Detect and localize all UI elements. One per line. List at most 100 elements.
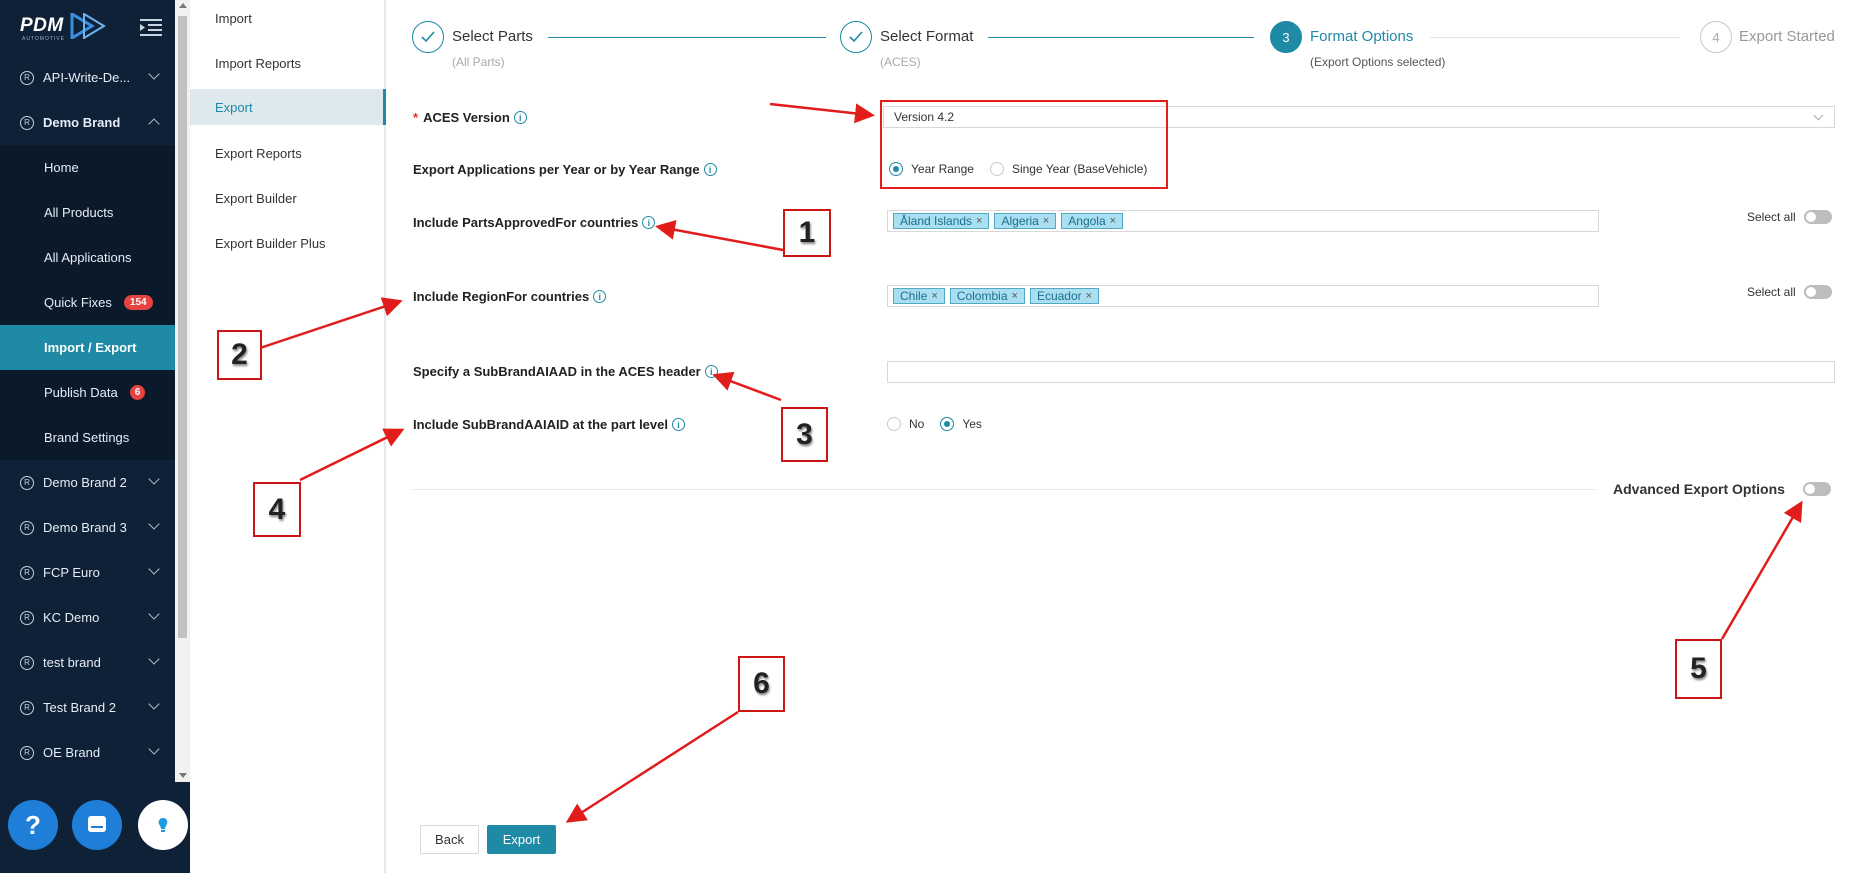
- scrollbar-thumb[interactable]: [178, 16, 187, 638]
- sidebar-subitem-brand-settings[interactable]: Brand Settings: [0, 415, 175, 460]
- tag-label: Algeria: [1001, 214, 1039, 228]
- required-marker: *: [413, 110, 419, 125]
- sidebar-subitem-home[interactable]: Home: [0, 145, 175, 190]
- subnav-item-import-reports[interactable]: Import Reports: [190, 45, 384, 81]
- remove-tag-icon[interactable]: ×: [976, 215, 982, 227]
- logo-subtext: AUTOMOTIVE: [22, 36, 65, 42]
- step-connector: [548, 37, 826, 38]
- registered-icon: R: [20, 565, 34, 580]
- sidebar-item-label: KC Demo: [43, 610, 100, 625]
- select-all-label: Select all: [1747, 210, 1796, 224]
- help-button[interactable]: ?: [8, 800, 58, 850]
- step-1-title: Select Parts: [452, 28, 533, 45]
- info-icon[interactable]: i: [593, 290, 607, 303]
- sidebar-item-demo-brand[interactable]: R Demo Brand: [0, 100, 175, 145]
- annotation-callout-5: 5: [1675, 639, 1722, 699]
- subnav-item-export-reports[interactable]: Export Reports: [190, 135, 384, 171]
- subnav-item-label: Export Builder Plus: [215, 235, 326, 251]
- label-text: Specify a SubBrandAIAAD in the ACES head…: [413, 364, 701, 379]
- check-icon: [849, 31, 863, 43]
- region-for-multiselect[interactable]: Chile × Colombia × Ecuador ×: [887, 285, 1599, 307]
- country-tag: Algeria ×: [994, 213, 1057, 229]
- sidebar-subitem-label: Quick Fixes: [44, 295, 112, 310]
- subnav-item-import[interactable]: Import: [190, 0, 384, 36]
- step-connector: [1430, 37, 1680, 38]
- step-2-title: Select Format: [880, 28, 974, 45]
- remove-tag-icon[interactable]: ×: [1043, 215, 1049, 227]
- subbrand-header-label: Specify a SubBrandAIAAD in the ACES head…: [413, 364, 718, 379]
- step-2-check: [840, 21, 872, 53]
- step-4-number: 4: [1700, 21, 1732, 53]
- step-1-check: [412, 21, 444, 53]
- sidebar-subitem-publish-data[interactable]: Publish Data 6: [0, 370, 175, 415]
- no-option[interactable]: No: [887, 417, 924, 431]
- select-all-toggle[interactable]: [1803, 285, 1832, 299]
- subnav-item-export-builder[interactable]: Export Builder: [190, 180, 384, 216]
- country-tag: Åland Islands ×: [893, 213, 990, 229]
- scroll-up-icon[interactable]: [179, 3, 187, 8]
- remove-tag-icon[interactable]: ×: [1012, 290, 1018, 302]
- sidebar-subitem-import-export[interactable]: Import / Export: [0, 325, 175, 370]
- menu-collapse-icon[interactable]: [140, 18, 162, 36]
- advanced-options-toggle[interactable]: [1802, 482, 1831, 496]
- sidebar-item-test-brand-2[interactable]: R Test Brand 2: [0, 685, 175, 730]
- country-tag: Colombia ×: [949, 288, 1025, 304]
- tag-label: Angola: [1068, 214, 1106, 228]
- scroll-down-icon[interactable]: [179, 773, 187, 778]
- region-for-select-all: Select all: [1747, 285, 1832, 299]
- notification-button[interactable]: [138, 800, 188, 850]
- sidebar-subitem-quick-fixes[interactable]: Quick Fixes 154: [0, 280, 175, 325]
- back-button[interactable]: Back: [420, 825, 479, 854]
- parts-approved-multiselect[interactable]: Åland Islands × Algeria × Angola ×: [887, 210, 1599, 232]
- sidebar-scrollbar[interactable]: [175, 0, 190, 782]
- registered-icon: R: [20, 610, 34, 625]
- section-divider: [413, 489, 1595, 490]
- info-icon[interactable]: i: [642, 216, 656, 229]
- tag-label: Chile: [900, 289, 928, 303]
- chat-button[interactable]: [72, 800, 122, 850]
- sidebar-item-kc-demo[interactable]: R KC Demo: [0, 595, 175, 640]
- logo-arrow-icon: [70, 13, 106, 39]
- sidebar-item-fcp-euro[interactable]: R FCP Euro: [0, 550, 175, 595]
- sidebar-item-oe-brand[interactable]: R OE Brand: [0, 730, 175, 775]
- step-1-desc: (All Parts): [452, 55, 505, 69]
- pdm-logo[interactable]: PDM AUTOMOTIVE: [20, 10, 120, 42]
- yes-option[interactable]: Yes: [940, 417, 982, 431]
- no-radio[interactable]: [887, 417, 901, 431]
- registered-icon: R: [20, 700, 34, 715]
- tag-label: Ecuador: [1036, 289, 1082, 303]
- chevron-up-icon: [148, 118, 160, 130]
- sidebar-item-demo-brand-3[interactable]: R Demo Brand 3: [0, 505, 175, 550]
- export-button[interactable]: Export: [487, 825, 556, 854]
- step-4-title: Export Started: [1739, 28, 1835, 45]
- sidebar-item-test-brand[interactable]: R test brand: [0, 640, 175, 685]
- country-tag: Ecuador ×: [1029, 288, 1100, 304]
- info-icon[interactable]: i: [704, 365, 718, 378]
- info-icon[interactable]: i: [703, 163, 717, 176]
- subnav-item-export-builder-plus[interactable]: Export Builder Plus: [190, 225, 384, 261]
- subnav-item-export[interactable]: Export: [190, 89, 386, 125]
- annotation-callout-2: 2: [217, 330, 262, 380]
- info-icon[interactable]: i: [672, 418, 685, 431]
- sidebar-subitem-all-products[interactable]: All Products: [0, 190, 175, 235]
- quick-fixes-count-badge: 154: [123, 295, 153, 310]
- sidebar-item-demo-brand-2[interactable]: R Demo Brand 2: [0, 460, 175, 505]
- import-export-subnav: Import Import Reports Export Export Repo…: [190, 0, 386, 873]
- remove-tag-icon[interactable]: ×: [1086, 290, 1092, 302]
- advanced-options-label: Advanced Export Options: [1613, 481, 1785, 497]
- select-all-toggle[interactable]: [1803, 210, 1832, 224]
- subbrand-aaiad-input[interactable]: [887, 361, 1835, 383]
- country-tag: Angola ×: [1061, 213, 1124, 229]
- arrow-callout-6: [565, 710, 739, 823]
- tag-label: Åland Islands: [900, 214, 973, 228]
- yes-radio[interactable]: [940, 417, 955, 431]
- sidebar-item-api-write[interactable]: R API-Write-De...: [0, 55, 175, 100]
- remove-tag-icon[interactable]: ×: [1110, 215, 1116, 227]
- sidebar-subitem-all-applications[interactable]: All Applications: [0, 235, 175, 280]
- annotation-callout-6: 6: [738, 656, 785, 712]
- chevron-down-icon: [148, 608, 160, 620]
- remove-tag-icon[interactable]: ×: [931, 290, 937, 302]
- info-icon[interactable]: i: [513, 111, 527, 124]
- chevron-down-icon: [148, 698, 160, 710]
- parts-approved-select-all: Select all: [1747, 210, 1832, 224]
